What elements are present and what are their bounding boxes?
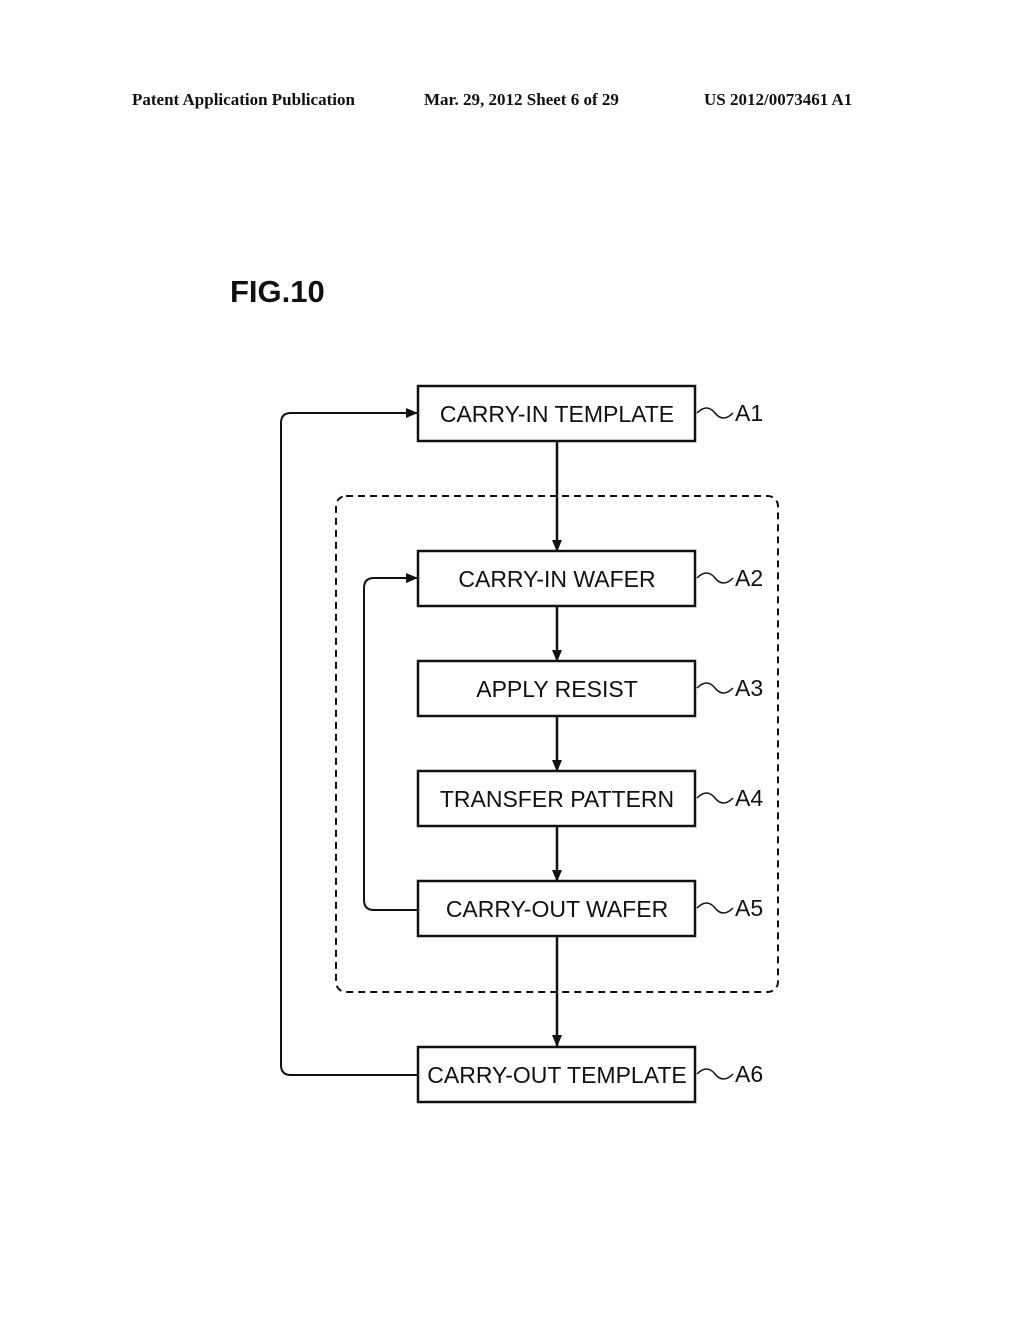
- step-a6-label: CARRY-OUT TEMPLATE: [427, 1062, 686, 1088]
- step-a3-label: APPLY RESIST: [476, 676, 638, 702]
- leader-a1: [696, 407, 734, 419]
- step-a4: TRANSFER PATTERN A4: [416, 769, 763, 828]
- flowchart: CARRY-IN TEMPLATE A1 CARRY-IN WAFER A2 A…: [280, 384, 779, 1104]
- step-a1: CARRY-IN TEMPLATE A1: [416, 384, 763, 443]
- step-a4-label: TRANSFER PATTERN: [440, 786, 674, 812]
- leader-a5: [696, 902, 734, 914]
- step-a2-label: CARRY-IN WAFER: [458, 566, 655, 592]
- leader-a4: [696, 792, 734, 804]
- step-a1-label: CARRY-IN TEMPLATE: [440, 401, 674, 427]
- leader-a6: [696, 1068, 734, 1080]
- step-a5-label: CARRY-OUT WAFER: [446, 896, 668, 922]
- leader-a2: [696, 572, 734, 584]
- ref-a5: A5: [735, 895, 763, 921]
- ref-a1: A1: [735, 400, 763, 426]
- ref-a3: A3: [735, 675, 763, 701]
- ref-a2: A2: [735, 565, 763, 591]
- step-a5: CARRY-OUT WAFER A5: [416, 879, 763, 938]
- step-a3: APPLY RESIST A3: [416, 659, 763, 718]
- step-a6: CARRY-OUT TEMPLATE A6: [416, 1045, 763, 1104]
- ref-a6: A6: [735, 1061, 763, 1087]
- step-a2: CARRY-IN WAFER A2: [416, 549, 763, 608]
- loop-arrow-a6-a1: [280, 408, 419, 1076]
- leader-a3: [696, 682, 734, 694]
- ref-a4: A4: [735, 785, 763, 811]
- loop-arrow-a5-a2: [363, 573, 419, 911]
